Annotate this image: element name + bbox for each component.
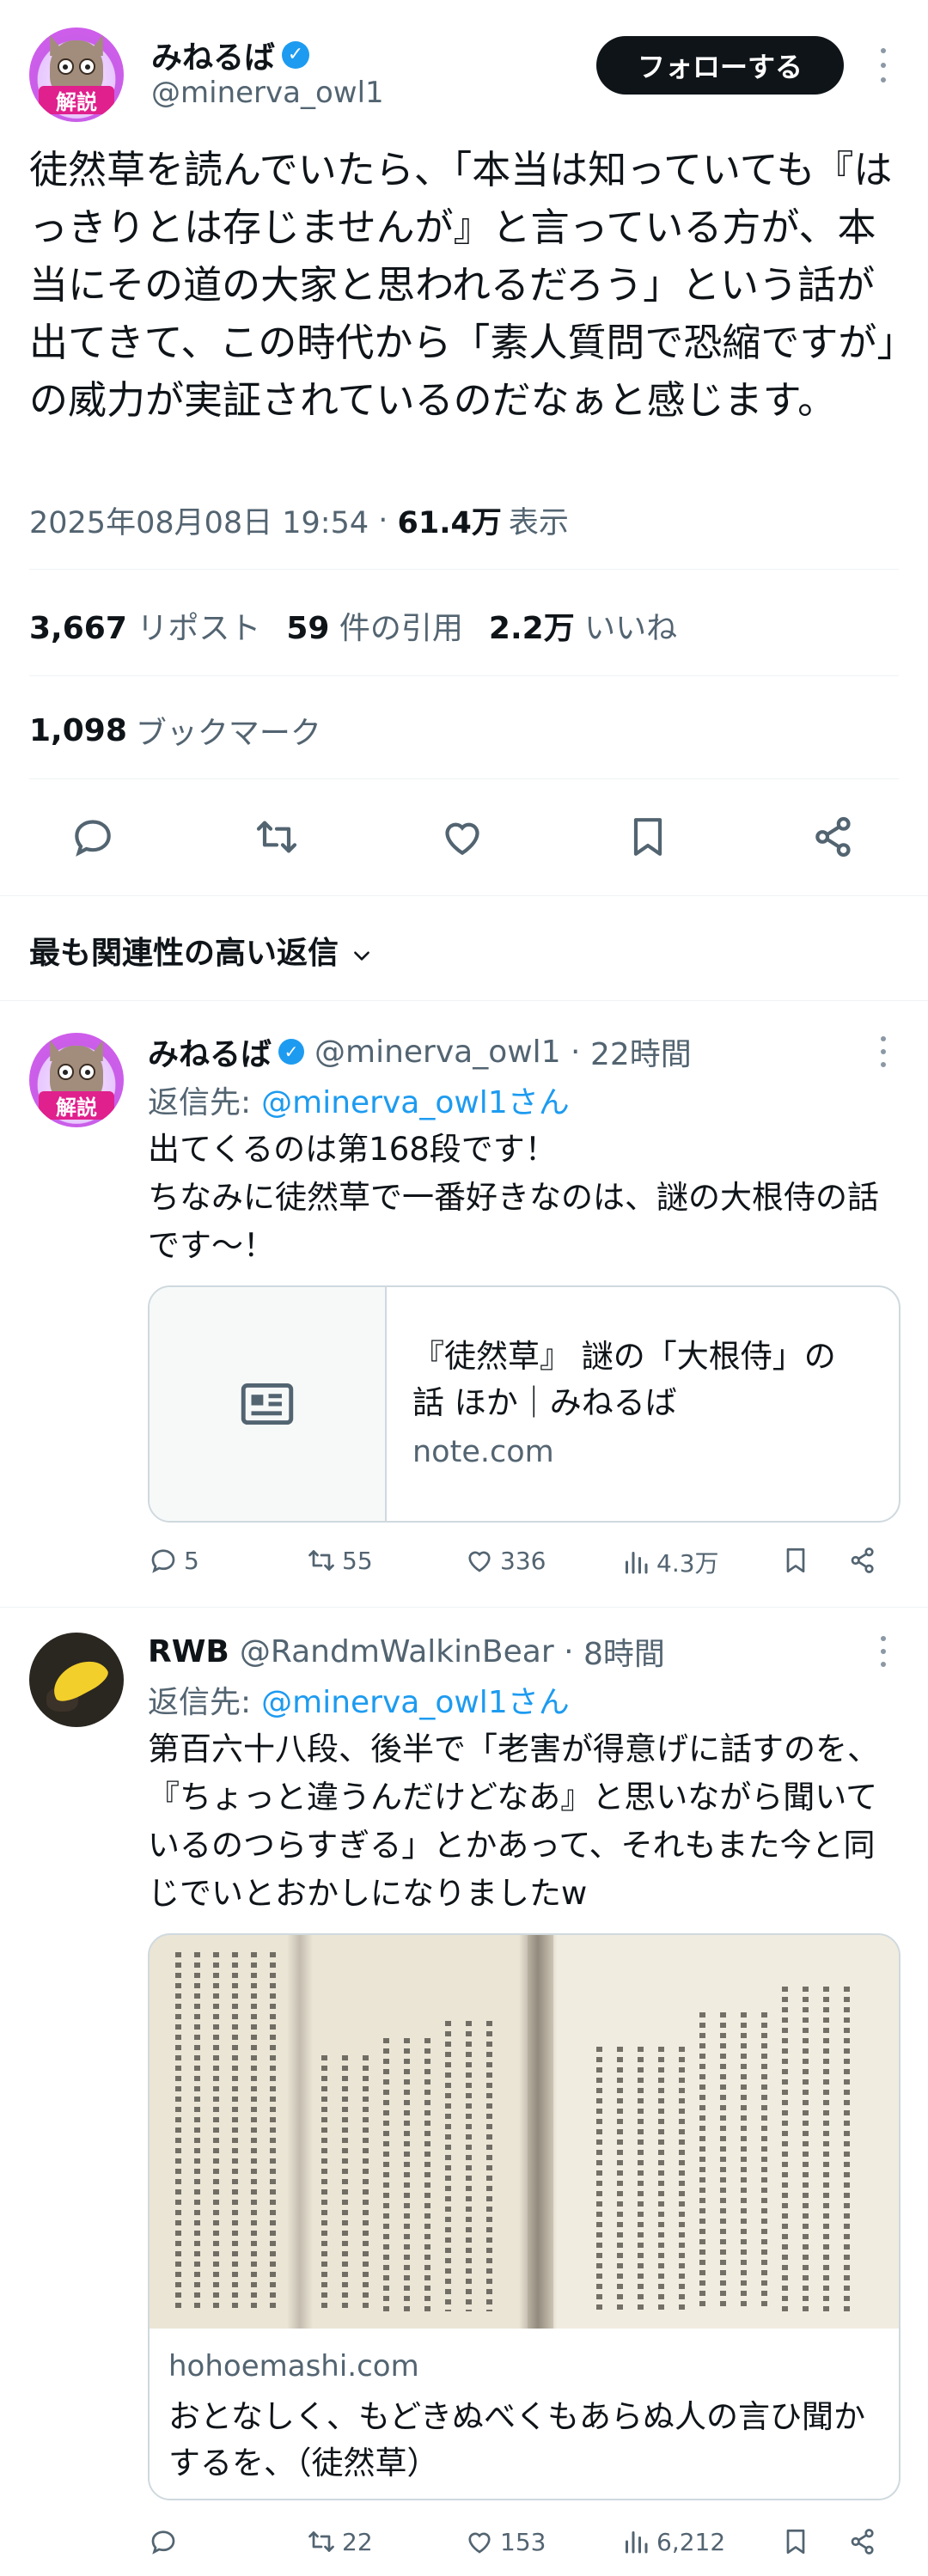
share-icon[interactable] [809,813,858,861]
author-handle[interactable]: @minerva_owl1 [151,76,384,110]
link-card-thumbnail [150,1287,387,1521]
repost-count-button[interactable]: 55 [306,1545,373,1576]
views-label: 表示 [508,506,569,540]
reply-to-link[interactable]: @minerva_owl1さん [261,1677,570,1722]
reply-to-line: 返信先: @minerva_owl1さん [148,1677,570,1722]
likes-stat[interactable]: 2.2万 いいね [489,603,677,648]
reply-display-name[interactable]: みねるば [148,1029,272,1074]
reply-header: みねるば ✓ @minerva_owl1 · 22時間 [148,1029,692,1074]
avatar-tag: 解説 [39,1091,114,1120]
bookmark-button[interactable] [780,2526,816,2557]
more-options-icon[interactable] [875,1036,892,1067]
repost-icon[interactable] [253,813,301,861]
bookmark-button[interactable] [780,1545,816,1576]
like-count-button[interactable]: 153 [464,2526,546,2557]
divider [0,1000,928,1001]
divider [29,675,899,676]
reply-to-line: 返信先: @minerva_owl1さん [148,1077,570,1122]
views-count-button[interactable]: 6,212 [620,2526,725,2557]
bookmarks-stat[interactable]: 1,098 ブックマーク [29,708,321,753]
bookmark-icon[interactable] [624,813,672,861]
reply-header: RWB @RandmWalkinBear · 8時間 [148,1629,665,1674]
divider [29,569,899,570]
tweet-datetime[interactable]: 2025年08月08日 19:54 [29,498,369,542]
author-avatar[interactable]: 解説 [29,27,124,122]
views-count-button[interactable]: 4.3万 [620,1545,719,1579]
book-photo [150,1935,899,2329]
reply-to-link[interactable]: @minerva_owl1さん [261,1077,570,1122]
divider [29,778,899,779]
reply-sort-dropdown[interactable]: 最も関連性の高い返信 [29,928,373,973]
reply-avatar[interactable]: 解説 [29,1033,124,1127]
more-options-icon[interactable] [875,48,892,82]
tweet-meta: 2025年08月08日 19:54 · 61.4万 表示 [29,498,569,542]
like-icon [468,1551,491,1572]
bookmark-icon [786,1547,805,1573]
reply-time[interactable]: 22時間 [590,1029,692,1074]
author-name-row[interactable]: みねるば ✓ [151,33,310,77]
verified-icon: ✓ [278,1039,305,1065]
like-icon[interactable] [438,813,486,861]
share-button[interactable] [847,1545,883,1576]
divider [0,1607,928,1608]
author-display-name[interactable]: みねるば [151,33,275,77]
share-icon [851,2529,874,2555]
repost-count-button[interactable]: 22 [306,2526,373,2557]
link-card[interactable]: hohoemashi.com おとなしく、もどきぬべくもあらぬ人の言ひ聞かするを… [148,1933,901,2500]
views-icon [626,2531,648,2554]
like-icon [468,2532,491,2554]
reply-handle[interactable]: @RandmWalkinBear [240,1634,554,1670]
repost-icon [308,1550,334,1571]
link-card[interactable]: 『徒然草』 謎の「大根侍」の話 ほか｜みねるば note.com [148,1285,901,1523]
chevron-down-icon [351,939,373,961]
views-count: 61.4万 [397,506,502,540]
reply-avatar[interactable] [29,1633,124,1727]
share-icon [851,1547,874,1573]
reply-icon [151,2530,175,2555]
verified-icon: ✓ [282,41,310,69]
reply-text: 第百六十八段、後半で「老害が得意げに話すのを、『ちょっと違うんだけどなあ』と思い… [148,1731,879,1912]
divider [0,895,928,896]
link-card-title: おとなしく、もどきぬべくもあらぬ人の言ひ聞かするを、（徒然草） [168,2398,866,2481]
sort-label: 最も関連性の高い返信 [29,936,339,971]
banana-image [46,1652,113,1707]
reply-icon[interactable] [69,813,117,861]
views-icon [626,1552,648,1574]
bookmark-icon [786,2529,805,2555]
article-icon [241,1383,294,1425]
share-button[interactable] [847,2526,883,2557]
tweet-text: 徒然草を読んでいたら、「本当は知っていても『はっきりとは存じませんが』と言ってい… [29,147,896,423]
reply-handle[interactable]: @minerva_owl1 [314,1035,561,1070]
link-card-domain: hohoemashi.com [168,2349,419,2384]
quotes-stat[interactable]: 59 件の引用 [286,603,463,648]
engagement-stats: 3,667 リポスト 59 件の引用 2.2万 いいね [29,603,677,648]
avatar-tag: 解説 [39,86,114,115]
follow-button[interactable]: フォローする [596,36,844,95]
link-card-title: 『徒然草』 謎の「大根侍」の話 ほか｜みねるば [412,1338,836,1421]
reply-icon [151,1549,175,1573]
repost-icon [308,2531,334,2552]
reply-count-button[interactable] [148,2526,184,2557]
more-options-icon[interactable] [875,1636,892,1667]
reply-text: 出てくるのは第168段です！ ちなみに徒然草で一番好きなのは、謎の大根侍の話です… [148,1131,879,1264]
reply-time[interactable]: 8時間 [583,1629,665,1674]
reply-display-name[interactable]: RWB [148,1634,229,1670]
link-card-domain: note.com [412,1435,554,1469]
reposts-stat[interactable]: 3,667 リポスト [29,603,260,648]
like-count-button[interactable]: 336 [464,1545,546,1576]
reply-count-button[interactable]: 5 [148,1545,199,1576]
